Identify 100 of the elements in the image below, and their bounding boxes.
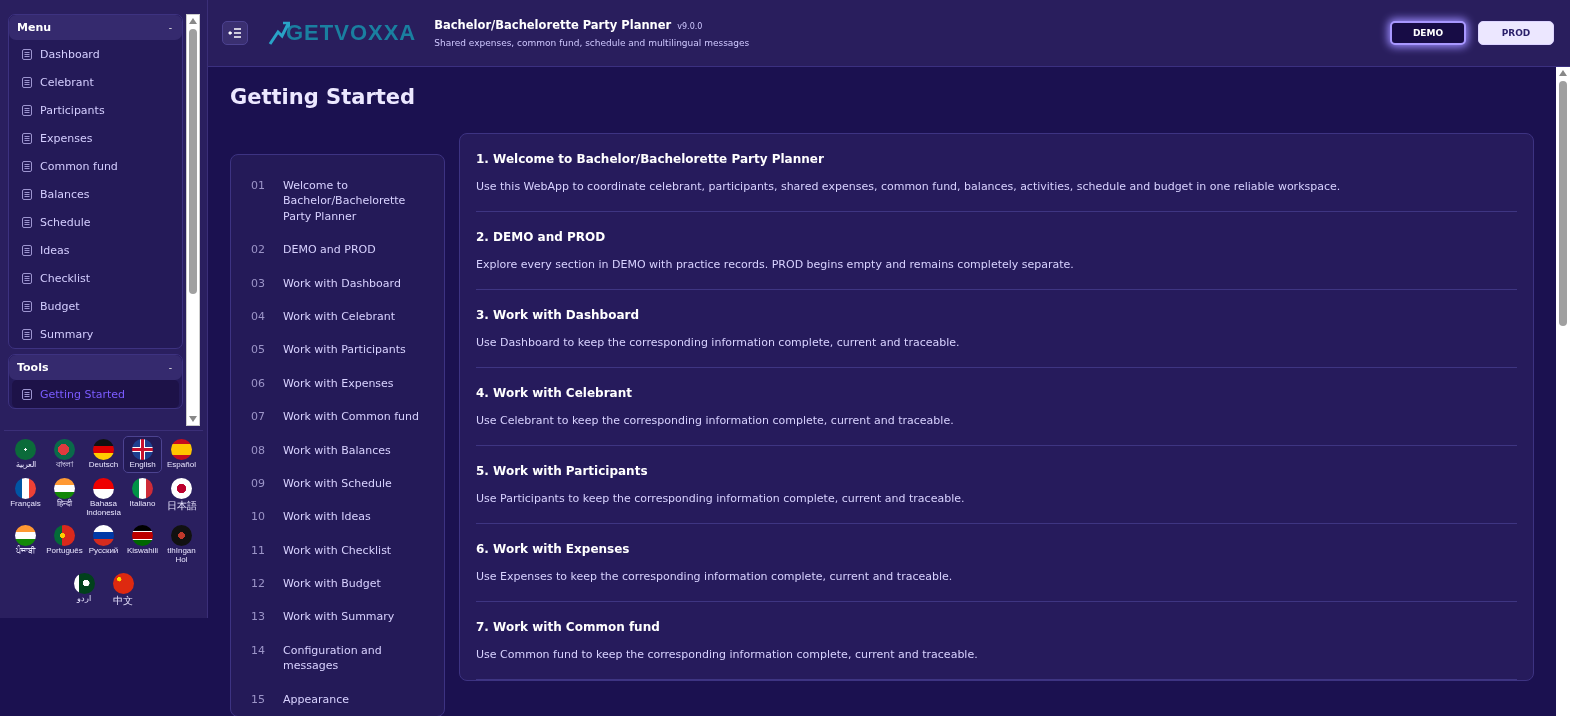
mode-button[interactable]: DEMO (1390, 21, 1466, 45)
flag-icon (15, 525, 36, 547)
nav-item[interactable]: Celebrant (12, 68, 179, 96)
toc-item[interactable]: 03 Work with Dashboard (251, 266, 434, 300)
document-icon (22, 388, 32, 400)
toc-item[interactable]: 04 Work with Celebrant (251, 299, 434, 334)
section-heading: 4. Work with Celebrant (476, 386, 633, 400)
flag-icon (132, 477, 153, 499)
nav-item[interactable]: Participants (12, 96, 179, 124)
toc-item[interactable]: 15 Appearance (251, 682, 434, 716)
app-subtitle: Shared expenses, common fund, schedule and multilingual messages (434, 38, 750, 48)
language-option[interactable]: 日本語 (162, 474, 201, 521)
language-option[interactable]: Français (6, 474, 45, 521)
sidebar-toggle-button[interactable] (222, 21, 248, 45)
scrollbar[interactable] (186, 14, 200, 426)
language-option[interactable]: English (123, 436, 162, 473)
document-icon (22, 188, 32, 200)
language-option[interactable]: العربية (6, 436, 45, 473)
section-text: Use Common fund to keep the corresponding information complete, current and traceable. (476, 648, 979, 661)
section-text: Explore every section in DEMO with practice records. PROD begins empty and remains completely separate. (476, 258, 1075, 271)
section-text: Use Participants to keep the corresponding information complete, current and traceable. (476, 492, 966, 505)
scrollbar[interactable] (1556, 67, 1570, 716)
toc-item[interactable]: 08 Work with Balances (251, 433, 434, 467)
toc-item[interactable]: 12 Work with Budget (251, 567, 434, 601)
language-option[interactable]: Bahasa Indonesia (84, 474, 123, 521)
nav-item[interactable]: Expenses (12, 124, 179, 152)
flag-icon (54, 439, 75, 460)
language-option[interactable]: বাংলা (45, 436, 84, 473)
toc-item[interactable]: 06 Work with Expenses (251, 366, 434, 401)
language-option[interactable]: Kiswahili (123, 522, 162, 568)
document-icon (22, 328, 32, 340)
language-option[interactable]: हिन्दी (45, 474, 84, 521)
language-option[interactable]: Español (162, 436, 201, 473)
section-text: Use Celebrant to keep the corresponding information complete, current and traceable. (476, 414, 955, 427)
collapse-button[interactable]: - (166, 362, 174, 373)
flag-icon (132, 439, 153, 460)
toc-item[interactable]: 01 Welcome to Bachelor/Bachelorette Party Planner (251, 169, 434, 234)
nav-item[interactable]: Summary (12, 320, 179, 348)
toc-item[interactable]: 07 Work with Common fund (251, 400, 434, 434)
app-title: Bachelor/Bachelorette Party Planner (434, 18, 672, 32)
flag-icon (132, 525, 153, 547)
toc-item[interactable]: 09 Work with Schedule (251, 466, 434, 501)
section-heading: 6. Work with Expenses (476, 542, 631, 556)
toc-item[interactable]: 05 Work with Participants (251, 333, 434, 367)
flag-icon (15, 439, 36, 460)
section-title: Tools (17, 361, 49, 374)
document-icon (22, 216, 32, 228)
language-option[interactable]: اردو (64, 570, 104, 609)
flag-icon (171, 525, 192, 547)
section-header[interactable]: Menu - (9, 15, 182, 40)
document-icon (22, 300, 32, 312)
document-icon (22, 132, 32, 144)
language-option[interactable]: ਪੰਜਾਬੀ (6, 522, 45, 568)
language-option[interactable]: Deutsch (84, 436, 123, 473)
toc-item[interactable]: 11 Work with Checklist (251, 533, 434, 568)
version-label: v9.0.0 (677, 22, 703, 31)
toc-item[interactable]: 13 Work with Summary (251, 600, 434, 634)
section-title: Menu (17, 21, 52, 34)
toc-item[interactable]: 10 Work with Ideas (251, 500, 434, 534)
language-option[interactable]: Português (45, 522, 84, 568)
section-header[interactable]: Tools - (9, 355, 182, 380)
collapse-button[interactable]: - (166, 22, 174, 33)
scrollbar-thumb[interactable] (1559, 81, 1567, 326)
section-heading: 2. DEMO and PROD (476, 230, 607, 244)
collapse-list-icon (228, 27, 242, 39)
nav-item[interactable]: Checklist (12, 264, 179, 292)
nav-item[interactable]: Budget (12, 292, 179, 320)
document-icon (22, 104, 32, 116)
nav-item[interactable]: Common fund (12, 152, 179, 180)
nav-item[interactable]: Dashboard (12, 40, 179, 68)
section-heading: 3. Work with Dashboard (476, 308, 641, 322)
mode-button[interactable]: PROD (1478, 21, 1554, 45)
scrollbar-thumb[interactable] (189, 29, 197, 294)
document-icon (22, 76, 32, 88)
section-text: Use Dashboard to keep the corresponding information complete, current and traceable. (476, 336, 961, 349)
flag-icon (93, 439, 114, 460)
section-heading: 7. Work with Common fund (476, 620, 661, 634)
language-option[interactable]: Русский (84, 522, 123, 568)
toc-item[interactable]: 14 Configuration and messages (251, 633, 434, 683)
language-option[interactable]: Italiano (123, 474, 162, 521)
toc-item[interactable]: 02 DEMO and PROD (251, 233, 434, 267)
scroll-down-icon[interactable] (189, 416, 197, 422)
flag-icon (171, 439, 192, 460)
flag-icon (112, 573, 134, 594)
document-icon (22, 48, 32, 60)
nav-item[interactable]: Getting Started (12, 380, 179, 408)
flag-icon (93, 525, 114, 547)
flag-icon (73, 573, 95, 594)
language-option[interactable]: tlhIngan Hol (162, 522, 201, 568)
section-heading: 1. Welcome to Bachelor/Bachelorette Party Planner (476, 152, 825, 166)
document-icon (22, 160, 32, 172)
scroll-up-icon[interactable] (1559, 70, 1567, 76)
flag-icon (93, 477, 114, 499)
nav-item[interactable]: Balances (12, 180, 179, 208)
flag-icon (171, 477, 192, 499)
language-option[interactable]: 中文 (103, 570, 143, 609)
nav-item[interactable]: Ideas (12, 236, 179, 264)
document-icon (22, 272, 32, 284)
nav-item[interactable]: Schedule (12, 208, 179, 236)
scroll-up-icon[interactable] (189, 18, 197, 24)
